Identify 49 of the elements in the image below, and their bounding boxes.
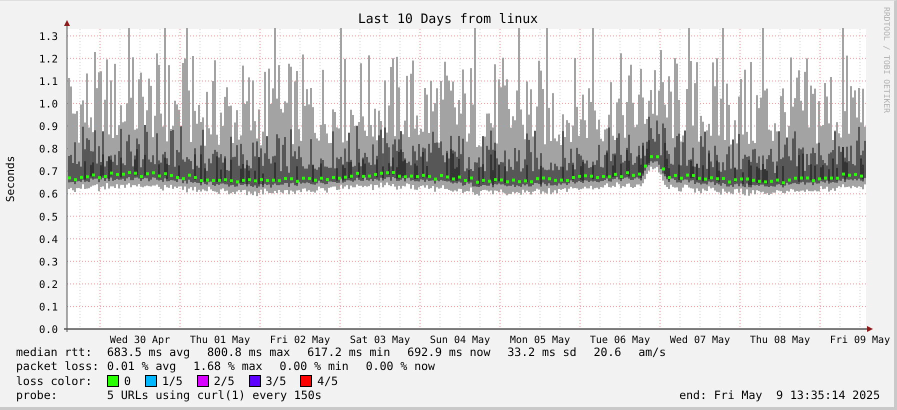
tick-label: 0.1	[39, 301, 58, 314]
legend-value: am/s	[638, 345, 666, 360]
credit-text: RRDTOOL / TOBI OETIKER	[882, 7, 891, 113]
legend-label: loss color:	[16, 374, 94, 388]
tick-label: 0.0	[39, 324, 58, 336]
legend-value: 4/5	[317, 374, 338, 388]
tick-label: 0.8	[39, 144, 58, 156]
legend-value: 33.2 ms sd	[507, 345, 577, 360]
legend-value: 0	[124, 374, 131, 388]
tick-label: Wed 30 Apr	[110, 335, 170, 345]
legend-value: 617.2 ms min	[307, 345, 390, 360]
tick-label: Sun 04 May	[430, 335, 490, 345]
legend-value: 2/5	[214, 374, 234, 388]
tick-label: 0.6	[39, 188, 58, 201]
legend-value: 20.6	[594, 345, 622, 360]
tick-label: Thu 08 May	[750, 335, 810, 345]
legend-label: median rtt:	[16, 345, 94, 360]
tick-label: 0.9	[39, 121, 58, 134]
legend-value: 1/5	[162, 374, 183, 388]
probe-text: 5 URLs using curl(1) every 150s	[107, 388, 322, 402]
legend-label: probe:	[16, 388, 59, 402]
legend-value: 692.9 ms now	[407, 345, 490, 360]
tick-label: Tue 06 May	[590, 335, 650, 345]
tick-label: Thu 01 May	[190, 335, 250, 345]
legend-value: 0.01 % avg	[107, 359, 176, 374]
legend-value: 3/5	[266, 374, 286, 388]
tick-label: 1.1	[39, 76, 58, 88]
tick-label: Wed 07 May	[670, 335, 730, 345]
tick-label: 1.3	[39, 30, 58, 43]
tick-label: Fri 09 May	[830, 335, 890, 345]
legend-value: 0.00 % min	[280, 359, 349, 374]
tick-label: Sat 03 May	[350, 335, 410, 345]
tick-label: 1.2	[39, 53, 58, 66]
tick-label: Fri 02 May	[270, 335, 330, 345]
tick-label: 1.0	[39, 98, 58, 110]
legend-value: 1.68 % max	[193, 359, 262, 374]
tick-label: 0.5	[39, 211, 58, 224]
legend-value: 800.8 ms max	[207, 345, 290, 360]
legend-label: packet loss:	[16, 359, 100, 374]
legend-value: 683.5 ms avg	[107, 345, 190, 360]
tick-label: 0.4	[39, 234, 58, 246]
tick-label: 0.2	[39, 278, 58, 291]
tick-label: 0.7	[39, 166, 58, 178]
tick-label: Mon 05 May	[510, 335, 570, 345]
chart-title: Last 10 Days from linux	[358, 12, 538, 27]
legend-value: 0.00 % now	[366, 359, 435, 374]
tick-label: 0.3	[39, 256, 58, 268]
end-time: end: Fri May 9 13:35:14 2025	[679, 388, 880, 402]
axis-label: Seconds	[4, 156, 17, 202]
